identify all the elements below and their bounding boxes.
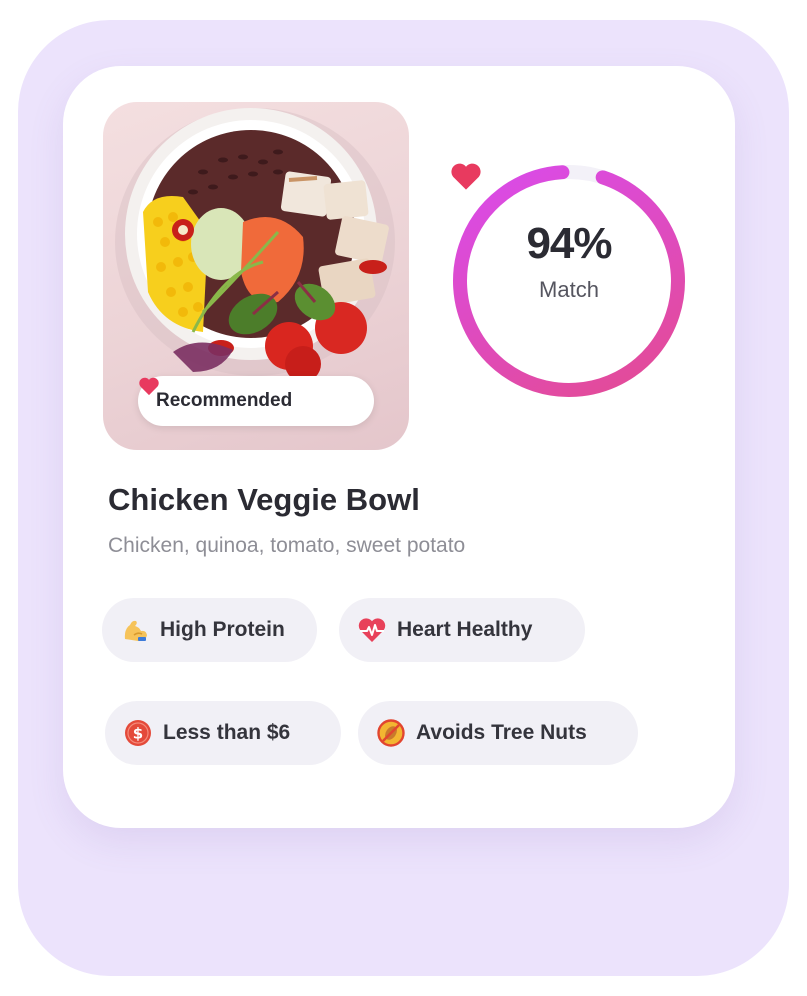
meal-title: Chicken Veggie Bowl — [108, 482, 420, 517]
tag-high-protein[interactable]: High Protein — [102, 598, 317, 662]
no-nuts-icon — [377, 719, 405, 747]
meal-card[interactable]: Recommended 94% Match Chicken Veggie Bow… — [63, 66, 735, 828]
match-percentage: 94% — [526, 219, 612, 268]
tag-label: Avoids Tree Nuts — [416, 721, 587, 744]
tag-label: Less than $6 — [163, 721, 291, 744]
heart-icon — [139, 377, 159, 396]
recommended-badge: Recommended — [138, 376, 374, 426]
flexed-biceps-icon — [124, 620, 147, 641]
match-score-ring: 94% Match — [449, 161, 689, 401]
heart-pulse-icon — [358, 618, 386, 642]
tag-label: High Protein — [160, 618, 285, 641]
tag-avoids-tree-nuts[interactable]: Avoids Tree Nuts — [358, 701, 638, 765]
tag-less-than-6[interactable]: $ Less than $6 — [105, 701, 341, 765]
match-label: Match — [539, 277, 599, 302]
tag-label: Heart Healthy — [397, 618, 533, 641]
meal-photo: Recommended — [103, 102, 409, 450]
tag-heart-healthy[interactable]: Heart Healthy — [339, 598, 585, 662]
recommended-label: Recommended — [156, 390, 293, 411]
meal-ingredients: Chicken, quinoa, tomato, sweet potato — [108, 534, 466, 557]
heart-icon — [451, 163, 481, 190]
svg-text:$: $ — [133, 725, 143, 743]
dollar-coin-icon: $ — [125, 720, 151, 746]
